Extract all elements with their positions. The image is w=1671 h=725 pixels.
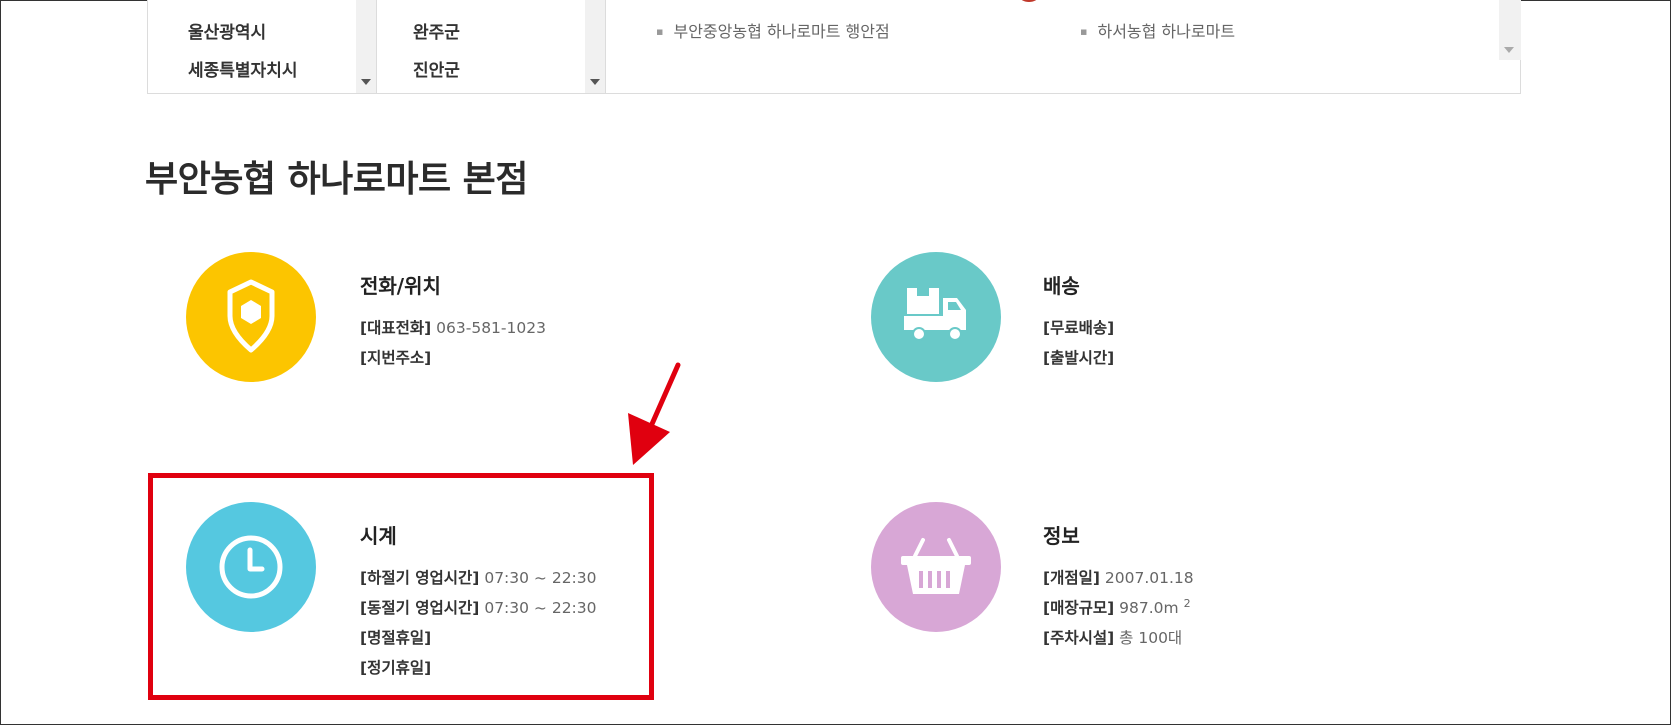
annotation-arrow-icon [628, 362, 681, 465]
